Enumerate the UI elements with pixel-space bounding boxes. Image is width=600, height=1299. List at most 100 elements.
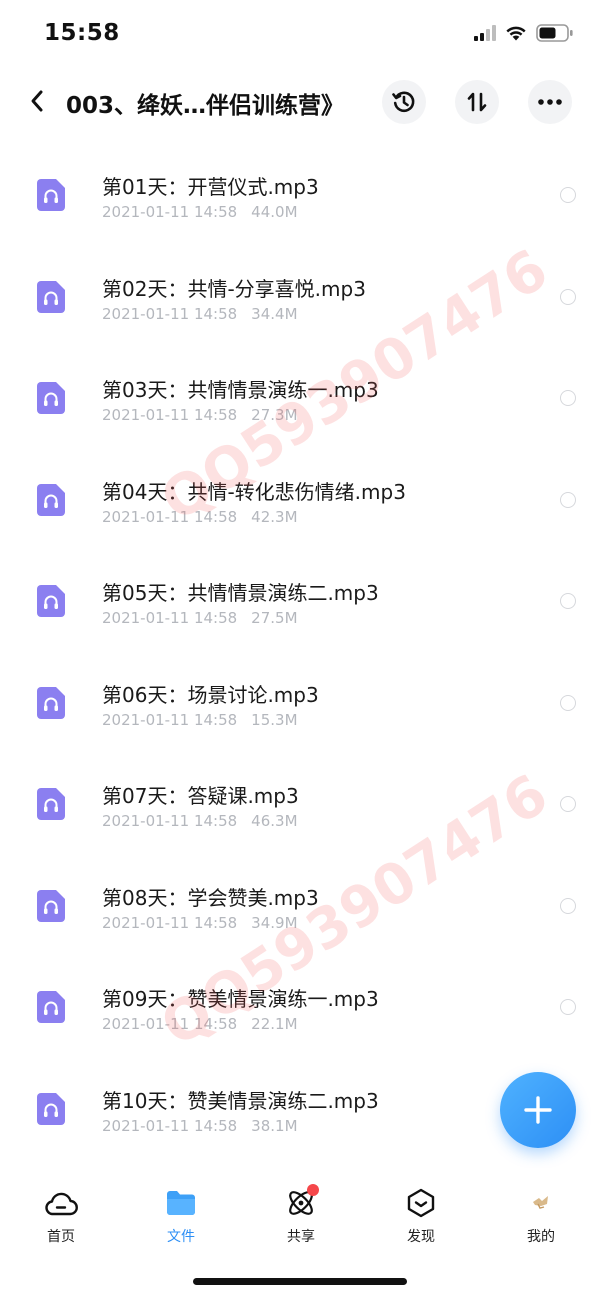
file-date: 2021-01-11 14:58 (102, 710, 238, 729)
sort-icon (467, 92, 487, 112)
cloud-icon (41, 1186, 81, 1220)
select-radio[interactable] (560, 187, 576, 203)
file-meta: 2021-01-11 14:58 22.1M (102, 1015, 298, 1033)
plus-icon (524, 1096, 552, 1124)
tab-files[interactable]: 文件 (131, 1186, 231, 1246)
file-meta: 2021-01-11 14:58 27.5M (102, 609, 298, 627)
status-bar: 15:58 (0, 0, 600, 70)
folder-title: 003、绛妖…伴侣训练营》 (66, 93, 345, 119)
file-date: 2021-01-11 14:58 (102, 913, 238, 932)
file-date: 2021-01-11 14:58 (102, 203, 238, 221)
file-meta: 2021-01-11 14:58 15.3M (102, 711, 298, 729)
history-button[interactable] (382, 80, 426, 124)
file-size: 22.1M (251, 1015, 298, 1033)
audio-file-icon (37, 889, 65, 922)
select-radio[interactable] (560, 796, 576, 812)
tab-bar: 首页 文件 共享 发现 我的 (0, 1168, 600, 1268)
file-size: 46.3M (251, 812, 298, 830)
tab-home[interactable]: 首页 (11, 1186, 111, 1246)
home-indicator[interactable] (193, 1278, 407, 1285)
tab-mine[interactable]: 我的 (491, 1186, 591, 1246)
list-item[interactable]: 第01天：开营仪式.mp3 2021-01-11 14:58 44.0M (0, 141, 600, 243)
cellular-signal-icon (474, 25, 496, 41)
file-name: 第06天：场景讨论.mp3 (102, 682, 319, 707)
select-radio[interactable] (560, 390, 576, 406)
status-icons (474, 24, 574, 42)
file-list: 第01天：开营仪式.mp3 2021-01-11 14:58 44.0M 第02天… (0, 141, 600, 1156)
audio-file-icon (37, 483, 65, 516)
file-meta: 2021-01-11 14:58 44.0M (102, 203, 298, 221)
select-radio[interactable] (560, 288, 576, 305)
wifi-icon (506, 26, 526, 41)
status-time: 15:58 (44, 20, 120, 46)
list-item[interactable]: 第07天：答疑课.mp3 2021-01-11 14:58 46.3M (0, 750, 600, 852)
header: 003、绛妖…伴侣训练营》 (0, 74, 600, 130)
file-meta: 2021-01-11 14:58 42.3M (102, 508, 298, 526)
file-date: 2021-01-11 14:58 (102, 507, 238, 526)
list-item[interactable]: 第06天：场景讨论.mp3 2021-01-11 14:58 15.3M (0, 649, 600, 751)
discover-icon (401, 1186, 441, 1220)
file-date: 2021-01-11 14:58 (102, 812, 238, 830)
file-name: 第09天：赞美情景演练一.mp3 (102, 987, 379, 1011)
tab-discover[interactable]: 发现 (371, 1186, 471, 1246)
more-button[interactable] (528, 80, 572, 124)
history-icon (392, 91, 415, 113)
list-item[interactable]: 第03天：共情情景演练一.mp3 2021-01-11 14:58 27.3M (0, 344, 600, 446)
sort-button[interactable] (455, 80, 499, 124)
audio-file-icon (37, 280, 65, 313)
file-date: 2021-01-11 14:58 (102, 1116, 238, 1135)
file-name: 第02天：共情-分享喜悦.mp3 (102, 276, 366, 301)
file-meta: 2021-01-11 14:58 27.3M (102, 406, 298, 424)
tab-share[interactable]: 共享 (251, 1184, 351, 1246)
audio-file-icon (37, 686, 65, 719)
more-icon (538, 99, 562, 105)
file-name: 第01天：开营仪式.mp3 (102, 175, 319, 199)
add-button[interactable] (500, 1072, 576, 1148)
tab-label: 首页 (47, 1229, 75, 1245)
file-date: 2021-01-11 14:58 (102, 406, 238, 424)
battery-icon (536, 24, 573, 42)
file-meta: 2021-01-11 14:58 34.4M (102, 305, 298, 323)
avatar-icon (521, 1186, 561, 1220)
file-size: 42.3M (251, 507, 298, 526)
file-size: 34.4M (251, 304, 298, 323)
tab-label: 我的 (527, 1229, 555, 1245)
tab-label: 文件 (167, 1229, 195, 1245)
file-name: 第05天：共情情景演练二.mp3 (102, 581, 379, 605)
file-name: 第03天：共情情景演练一.mp3 (102, 378, 379, 402)
list-item[interactable]: 第09天：赞美情景演练一.mp3 2021-01-11 14:58 22.1M (0, 953, 600, 1055)
file-name: 第04天：共情-转化悲伤情绪.mp3 (102, 479, 406, 504)
file-date: 2021-01-11 14:58 (102, 1015, 238, 1033)
list-item[interactable]: 第02天：共情-分享喜悦.mp3 2021-01-11 14:58 34.4M (0, 243, 600, 345)
back-button[interactable] (22, 86, 52, 116)
list-item[interactable]: 第08天：学会赞美.mp3 2021-01-11 14:58 34.9M (0, 852, 600, 954)
audio-file-icon (37, 179, 65, 211)
audio-file-icon (37, 585, 65, 617)
audio-file-icon (37, 382, 65, 414)
select-radio[interactable] (560, 593, 576, 609)
file-size: 38.1M (251, 1116, 298, 1135)
notification-dot (307, 1184, 319, 1196)
tab-label: 发现 (407, 1229, 435, 1245)
file-meta: 2021-01-11 14:58 46.3M (102, 812, 298, 830)
folder-icon (161, 1186, 201, 1220)
list-item[interactable]: 第05天：共情情景演练二.mp3 2021-01-11 14:58 27.5M (0, 547, 600, 649)
audio-file-icon (37, 991, 65, 1023)
file-date: 2021-01-11 14:58 (102, 609, 238, 627)
chevron-left-icon (31, 90, 43, 112)
file-name: 第10天：赞美情景演练二.mp3 (102, 1088, 379, 1113)
select-radio[interactable] (560, 491, 576, 508)
list-item[interactable]: 第04天：共情-转化悲伤情绪.mp3 2021-01-11 14:58 42.3M (0, 446, 600, 548)
file-size: 44.0M (251, 203, 298, 221)
file-size: 34.9M (251, 913, 298, 932)
select-radio[interactable] (560, 694, 576, 711)
file-meta: 2021-01-11 14:58 34.9M (102, 914, 298, 932)
audio-file-icon (37, 1092, 65, 1125)
share-orbit-icon (281, 1184, 321, 1220)
file-date: 2021-01-11 14:58 (102, 304, 238, 323)
tab-label: 共享 (287, 1229, 315, 1245)
select-radio[interactable] (560, 999, 576, 1015)
file-meta: 2021-01-11 14:58 38.1M (102, 1117, 298, 1135)
select-radio[interactable] (560, 897, 576, 914)
audio-file-icon (37, 788, 65, 820)
